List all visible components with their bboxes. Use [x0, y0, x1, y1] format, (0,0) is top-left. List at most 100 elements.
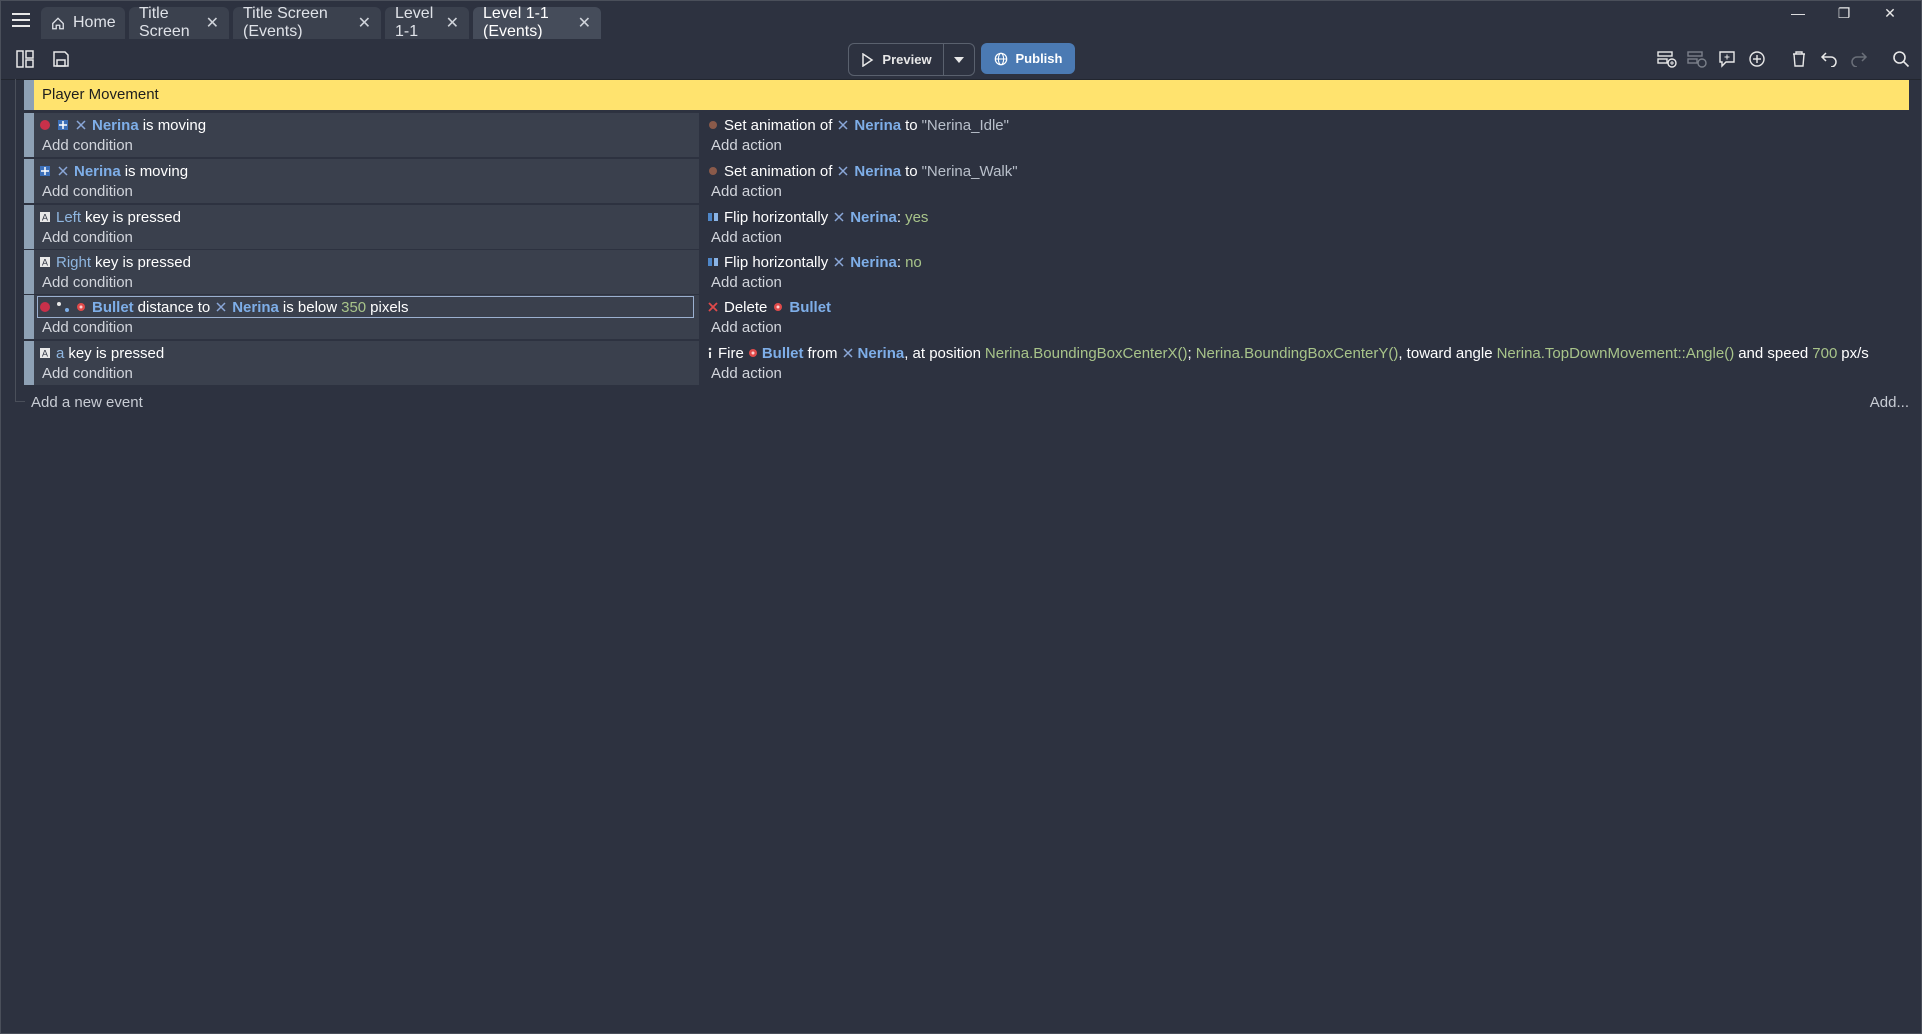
movement-icon [38, 164, 52, 178]
event-row[interactable]: Nerina is moving Add condition Set anima… [24, 113, 1909, 157]
delete-x-icon [706, 300, 720, 314]
action[interactable]: Set animation of Nerina to "Nerina_Idle" [706, 115, 1361, 135]
condition-selected[interactable]: Bullet distance to Nerina is below 350 p… [37, 296, 694, 318]
tab-home[interactable]: Home [41, 7, 125, 39]
svg-text:A: A [42, 259, 49, 269]
close-icon[interactable]: ✕ [578, 13, 591, 33]
panels-layout-icon[interactable] [13, 47, 37, 71]
actions-panel[interactable]: Flip horizontally Nerina: yes Add action [703, 205, 1903, 249]
save-icon[interactable] [49, 47, 73, 71]
redo-icon[interactable] [1847, 47, 1871, 71]
publish-button[interactable]: Publish [981, 43, 1075, 74]
condition[interactable]: A Right key is pressed [38, 252, 693, 272]
close-icon[interactable]: ✕ [446, 13, 459, 33]
close-icon[interactable]: ✕ [206, 13, 219, 33]
conditions-panel[interactable]: A Left key is pressed Add condition [34, 205, 699, 249]
action[interactable]: Flip horizontally Nerina: yes [706, 207, 1361, 227]
condition-text: is moving [124, 162, 189, 180]
action[interactable]: Delete Bullet [706, 297, 1361, 317]
event-drag-handle[interactable] [24, 113, 34, 157]
condition[interactable]: A a key is pressed [38, 343, 693, 363]
actions-panel[interactable]: Flip horizontally Nerina: no Add action [703, 250, 1903, 294]
event-row[interactable]: A a key is pressed Add condition Fire Bu… [24, 341, 1909, 385]
add-condition-link[interactable]: Add condition [42, 319, 133, 337]
object-name: Bullet [761, 344, 804, 362]
action[interactable]: Flip horizontally Nerina: no [706, 252, 1361, 272]
undo-icon[interactable] [1817, 47, 1841, 71]
event-drag-handle[interactable] [24, 205, 34, 249]
object-name: Nerina [232, 298, 279, 316]
publish-label: Publish [1015, 51, 1063, 66]
event-drag-handle[interactable] [24, 159, 34, 203]
add-comment-icon[interactable] [1715, 47, 1739, 71]
condition-text: distance to [137, 298, 211, 316]
condition-text: key is pressed [85, 208, 181, 226]
add-action-link[interactable]: Add action [711, 137, 782, 155]
delete-icon[interactable] [1787, 47, 1811, 71]
add-condition-link[interactable]: Add condition [42, 274, 133, 292]
tab-level-1-1-events[interactable]: Level 1-1 (Events) ✕ [473, 5, 601, 40]
actions-panel[interactable]: Delete Bullet Add action [703, 295, 1903, 339]
event-row[interactable]: A Right key is pressed Add condition Fli… [24, 250, 1909, 294]
close-icon[interactable]: ✕ [358, 13, 371, 33]
group-title: Player Movement [42, 86, 159, 103]
add-action-link[interactable]: Add action [711, 319, 782, 337]
action[interactable]: Fire Bullet from Nerina, at position Ner… [706, 343, 1869, 363]
condition[interactable]: Nerina is moving [38, 115, 693, 135]
flip-icon [706, 210, 720, 224]
event-drag-handle[interactable] [24, 341, 34, 385]
object-name: Nerina [854, 116, 902, 134]
actions-panel[interactable]: Set animation of Nerina to "Nerina_Walk"… [703, 159, 1903, 203]
tab-title-screen[interactable]: Title Screen ✕ [129, 5, 229, 40]
condition[interactable]: Nerina is moving [38, 161, 693, 181]
conditions-panel[interactable]: A Right key is pressed Add condition [34, 250, 699, 294]
event-drag-handle[interactable] [24, 295, 34, 339]
add-action-link[interactable]: Add action [711, 183, 782, 201]
event-drag-handle[interactable] [24, 250, 34, 294]
add-circle-icon[interactable] [1745, 47, 1769, 71]
event-row[interactable]: Bullet distance to Nerina is below 350 p… [24, 295, 1909, 339]
add-condition-link[interactable]: Add condition [42, 137, 133, 155]
conditions-panel[interactable]: Bullet distance to Nerina is below 350 p… [34, 295, 699, 339]
actions-panel[interactable]: Set animation of Nerina to "Nerina_Idle"… [703, 113, 1903, 157]
add-event-icon[interactable] [1655, 47, 1679, 71]
event-group-player-movement[interactable]: Player Movement [24, 80, 1909, 110]
add-action-link[interactable]: Add action [711, 365, 782, 383]
event-row[interactable]: A Left key is pressed Add condition Flip… [24, 205, 1909, 249]
action[interactable]: Set animation of Nerina to "Nerina_Walk" [706, 161, 1361, 181]
condition[interactable]: A Left key is pressed [38, 207, 693, 227]
add-condition-link[interactable]: Add condition [42, 183, 133, 201]
conditions-panel[interactable]: Nerina is moving Add condition [34, 113, 699, 157]
preview-button[interactable]: Preview [849, 44, 943, 75]
tab-level-1-1[interactable]: Level 1-1 ✕ [385, 5, 469, 40]
add-condition-link[interactable]: Add condition [42, 229, 133, 247]
param-value: yes [905, 208, 929, 226]
search-icon[interactable] [1889, 47, 1913, 71]
action-text: and speed [1738, 344, 1809, 362]
minimize-icon[interactable]: — [1775, 1, 1821, 25]
add-action-link[interactable]: Add action [711, 229, 782, 247]
add-new-event-link[interactable]: Add a new event [31, 394, 143, 411]
add-action-link[interactable]: Add action [711, 274, 782, 292]
restore-icon[interactable]: ❐ [1821, 1, 1867, 25]
event-row[interactable]: Nerina is moving Add condition Set anima… [24, 159, 1909, 203]
key-name: Right [56, 253, 92, 271]
add-condition-link[interactable]: Add condition [42, 365, 133, 383]
actions-panel[interactable]: Fire Bullet from Nerina, at position Ner… [703, 341, 1903, 385]
preview-dropdown-button[interactable] [943, 44, 974, 75]
toolbar: Preview Publish [1, 39, 1921, 80]
tab-label: Home [73, 14, 116, 31]
add-more-button[interactable]: Add... [1870, 394, 1909, 411]
tab-title-screen-events[interactable]: Title Screen (Events) ✕ [233, 5, 381, 40]
conditions-panel[interactable]: Nerina is moving Add condition [34, 159, 699, 203]
close-window-icon[interactable]: ✕ [1867, 1, 1913, 25]
key-name: Left [56, 208, 82, 226]
add-subevent-icon[interactable] [1685, 47, 1709, 71]
object-name: Nerina [74, 162, 121, 180]
svg-text:A: A [42, 214, 49, 224]
action-text: Flip horizontally [724, 253, 829, 271]
tab-label: Level 1-1 [395, 5, 434, 40]
hamburger-menu-icon[interactable] [1, 1, 41, 39]
sprite-icon [38, 300, 52, 314]
conditions-panel[interactable]: A a key is pressed Add condition [34, 341, 699, 385]
